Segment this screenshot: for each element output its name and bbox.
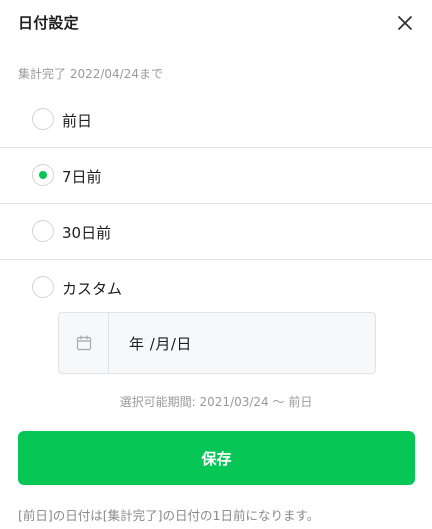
radio-button[interactable] bbox=[32, 108, 54, 130]
calendar-icon bbox=[76, 335, 92, 351]
option-7-days[interactable]: 7日前 bbox=[0, 148, 432, 204]
close-button[interactable] bbox=[394, 12, 416, 34]
date-settings-dialog: 日付設定 集計完了 2022/04/24まで 前日 7日前 30日前 カスタム bbox=[0, 0, 432, 529]
custom-date-input[interactable]: 年 /月/日 bbox=[58, 312, 376, 374]
footer-note: [前日]の日付は[集計完了]の日付の1日前になります。 bbox=[18, 508, 320, 523]
date-options: 前日 7日前 30日前 カスタム bbox=[0, 92, 432, 316]
aggregation-status: 集計完了 2022/04/24まで bbox=[18, 67, 163, 81]
radio-button[interactable] bbox=[32, 276, 54, 298]
radio-selected-dot bbox=[39, 171, 47, 179]
option-label: カスタム bbox=[62, 280, 123, 298]
date-icon-cell[interactable] bbox=[59, 313, 109, 373]
option-30-days[interactable]: 30日前 bbox=[0, 204, 432, 260]
save-button[interactable]: 保存 bbox=[18, 431, 415, 485]
option-label: 7日前 bbox=[62, 168, 102, 186]
radio-button[interactable] bbox=[32, 220, 54, 242]
radio-button[interactable] bbox=[32, 164, 54, 186]
option-previous-day[interactable]: 前日 bbox=[0, 92, 432, 148]
dialog-title: 日付設定 bbox=[18, 14, 79, 32]
close-icon bbox=[398, 16, 412, 30]
option-label: 前日 bbox=[62, 112, 93, 130]
date-placeholder: 年 /月/日 bbox=[129, 335, 192, 353]
dialog-header: 日付設定 bbox=[0, 0, 432, 46]
option-label: 30日前 bbox=[62, 224, 112, 242]
option-custom[interactable]: カスタム bbox=[0, 260, 432, 316]
selectable-range: 選択可能期間: 2021/03/24 〜 前日 bbox=[119, 395, 313, 409]
